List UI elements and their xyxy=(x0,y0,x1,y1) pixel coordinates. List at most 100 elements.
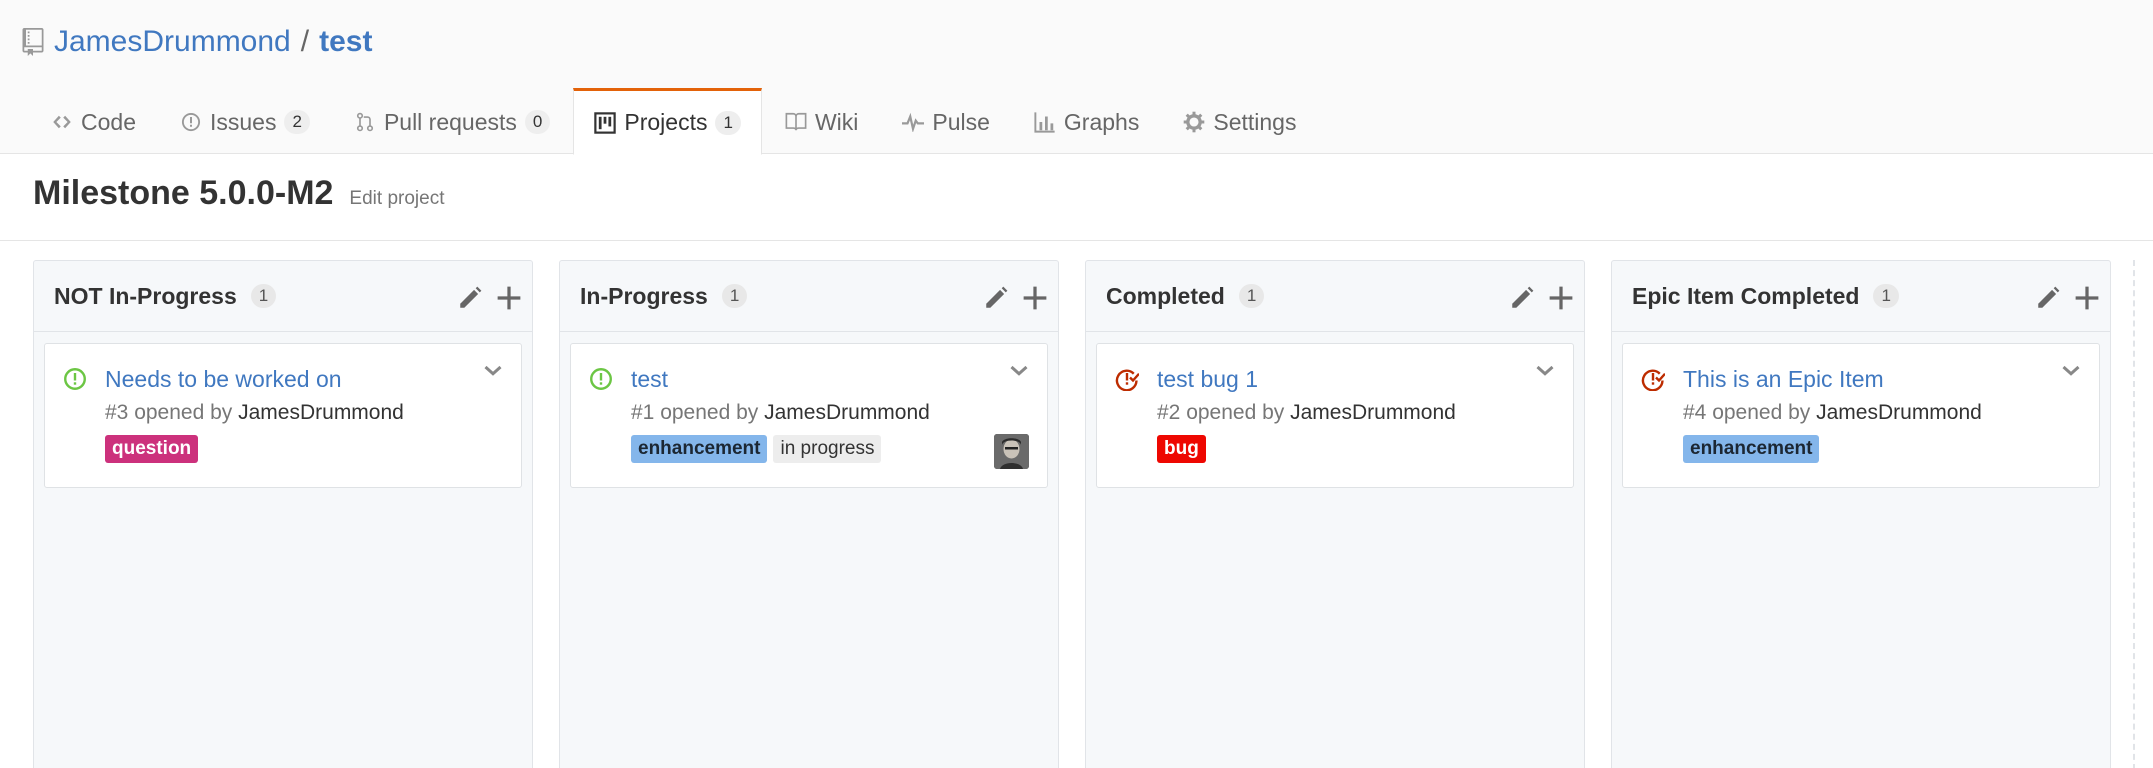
issue-number: #2 opened by xyxy=(1157,401,1291,424)
project-title: Milestone 5.0.0-M2 xyxy=(33,174,334,212)
issue-opened-icon xyxy=(589,367,613,391)
plus-icon[interactable] xyxy=(1548,285,1574,311)
tab-pulse[interactable]: Pulse xyxy=(881,88,1011,154)
column-header: NOT In-Progress 1 xyxy=(34,261,532,332)
tab-label: Code xyxy=(81,108,136,135)
issue-opened-icon xyxy=(63,367,87,391)
repo-nav-tabs: Code Issues 2 Pull requests 0 Projects 1 xyxy=(30,88,1319,155)
edit-project-link[interactable]: Edit project xyxy=(349,188,444,210)
tab-wiki[interactable]: Wiki xyxy=(764,88,879,154)
pulse-icon xyxy=(902,111,925,133)
repo-owner-link[interactable]: JamesDrummond xyxy=(54,25,291,59)
label-enhancement[interactable]: enhancement xyxy=(631,435,768,463)
tab-projects[interactable]: Projects 1 xyxy=(573,88,762,155)
divider xyxy=(0,240,2153,241)
project-column: NOT In-Progress 1 Needs to be worked on … xyxy=(33,260,533,768)
plus-icon[interactable] xyxy=(1022,285,1048,311)
issue-card[interactable]: This is an Epic Item #4 opened by JamesD… xyxy=(1622,343,2100,488)
pencil-icon[interactable] xyxy=(457,285,483,311)
label-list: bug xyxy=(1157,435,1212,463)
issue-meta: #1 opened by JamesDrummond xyxy=(631,401,930,425)
pencil-icon[interactable] xyxy=(983,285,1009,311)
tab-label: Pull requests xyxy=(383,108,517,135)
label-list: enhancement xyxy=(1683,435,1825,463)
issue-number: #4 opened by xyxy=(1683,401,1817,424)
tab-label: Pulse xyxy=(932,108,990,135)
issue-card[interactable]: test #1 opened by JamesDrummond enhancem… xyxy=(570,343,1048,488)
issue-number: #3 opened by xyxy=(105,401,239,424)
label-enhancement[interactable]: enhancement xyxy=(1683,435,1820,463)
tab-pull-requests[interactable]: Pull requests 0 xyxy=(333,88,571,154)
issue-title-link[interactable]: Needs to be worked on xyxy=(105,366,342,393)
chevron-down-icon[interactable] xyxy=(2059,358,2083,382)
code-icon xyxy=(51,111,73,133)
avatar[interactable] xyxy=(994,434,1029,469)
tab-label: Graphs xyxy=(1063,108,1140,135)
issue-number: #1 opened by xyxy=(631,401,765,424)
tab-label: Settings xyxy=(1213,108,1297,135)
column-header: In-Progress 1 xyxy=(560,261,1058,332)
project-header: Milestone 5.0.0-M2 Edit project xyxy=(33,174,444,213)
issue-author-link[interactable]: JamesDrummond xyxy=(1290,401,1456,424)
projects-counter: 1 xyxy=(715,110,741,135)
column-title: In-Progress xyxy=(580,282,708,309)
issue-title-link[interactable]: test bug 1 xyxy=(1157,366,1258,393)
issue-title-link[interactable]: This is an Epic Item xyxy=(1683,366,1884,393)
chevron-down-icon[interactable] xyxy=(481,358,505,382)
tab-graphs[interactable]: Graphs xyxy=(1013,88,1160,154)
gear-icon xyxy=(1183,111,1205,133)
label-bug[interactable]: bug xyxy=(1157,435,1206,463)
project-column: Completed 1 test bug 1 #2 opened by Jame… xyxy=(1085,260,1585,768)
repo-title: JamesDrummond / test xyxy=(22,22,372,62)
issue-meta: #4 opened by JamesDrummond xyxy=(1683,401,1982,425)
issue-author-link[interactable]: JamesDrummond xyxy=(764,401,930,424)
chevron-down-icon[interactable] xyxy=(1007,358,1031,382)
issue-meta: #3 opened by JamesDrummond xyxy=(105,401,404,425)
tab-label: Projects xyxy=(624,109,708,135)
issues-counter: 2 xyxy=(284,110,310,134)
issue-title-link[interactable]: test xyxy=(631,366,668,393)
column-count: 1 xyxy=(250,284,277,308)
issue-author-link[interactable]: JamesDrummond xyxy=(1816,401,1982,424)
tab-issues[interactable]: Issues 2 xyxy=(159,88,331,154)
book-icon xyxy=(785,111,807,133)
column-count: 1 xyxy=(1238,284,1265,308)
column-header: Completed 1 xyxy=(1086,261,1584,332)
column-title: NOT In-Progress xyxy=(54,282,237,309)
git-pull-request-icon xyxy=(354,111,376,133)
column-title: Completed xyxy=(1106,282,1225,309)
column-header: Epic Item Completed 1 xyxy=(1612,261,2110,332)
project-column: In-Progress 1 test #1 opened by JamesDru… xyxy=(559,260,1059,768)
repo-header: JamesDrummond / test Code Issues 2 Pull … xyxy=(0,0,2153,155)
tab-code[interactable]: Code xyxy=(30,88,157,154)
add-column-placeholder[interactable] xyxy=(2133,260,2153,768)
issue-author-link[interactable]: JamesDrummond xyxy=(238,401,404,424)
issue-meta: #2 opened by JamesDrummond xyxy=(1157,401,1456,425)
repo-name-link[interactable]: test xyxy=(319,25,372,59)
label-in-progress[interactable]: in progress xyxy=(773,435,882,463)
project-icon xyxy=(594,111,617,134)
repo-icon xyxy=(22,28,44,56)
project-column: Epic Item Completed 1 This is an Epic It… xyxy=(1611,260,2111,768)
pull-requests-counter: 0 xyxy=(524,110,551,134)
plus-icon[interactable] xyxy=(496,285,522,311)
column-title: Epic Item Completed xyxy=(1632,282,1860,309)
tab-settings[interactable]: Settings xyxy=(1162,88,1317,154)
tab-label: Issues xyxy=(209,108,277,135)
pencil-icon[interactable] xyxy=(2035,285,2061,311)
issue-card[interactable]: Needs to be worked on #3 opened by James… xyxy=(44,343,522,488)
label-list: question xyxy=(105,435,204,463)
chevron-down-icon[interactable] xyxy=(1533,358,1557,382)
issue-opened-icon xyxy=(180,111,202,133)
column-count: 1 xyxy=(721,284,748,308)
label-question[interactable]: question xyxy=(105,435,199,463)
column-count: 1 xyxy=(1873,284,1899,308)
graph-icon xyxy=(1034,111,1056,133)
label-list: enhancement in progress xyxy=(631,435,887,463)
repo-separator: / xyxy=(300,25,310,58)
issue-closed-icon xyxy=(1115,367,1140,392)
pencil-icon[interactable] xyxy=(1509,285,1535,311)
plus-icon[interactable] xyxy=(2074,285,2100,311)
tab-label: Wiki xyxy=(814,108,859,135)
issue-card[interactable]: test bug 1 #2 opened by JamesDrummond bu… xyxy=(1096,343,1574,488)
